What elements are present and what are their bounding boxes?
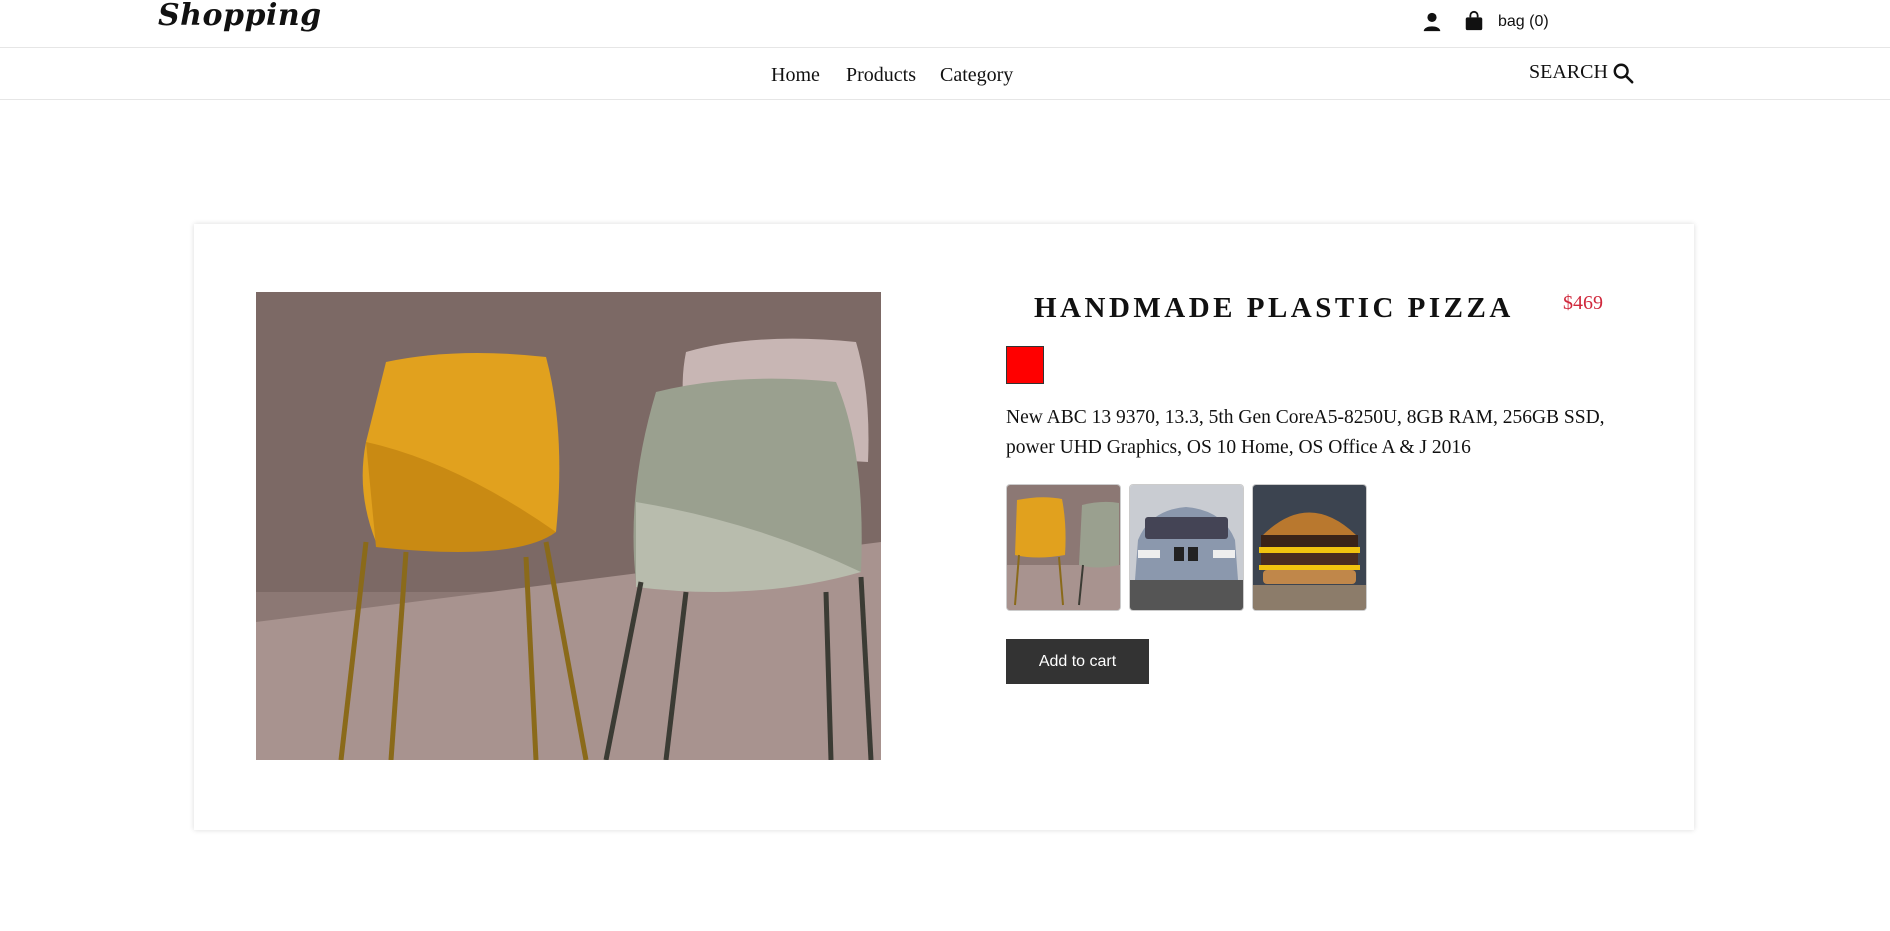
bag-count[interactable]: bag (0) <box>1498 13 1549 31</box>
nav-products[interactable]: Products <box>846 64 916 87</box>
thumbnail-car[interactable] <box>1129 484 1244 611</box>
search-button[interactable]: SEARCH <box>1529 61 1634 84</box>
product-main-image <box>256 292 881 760</box>
product-description: New ABC 13 9370, 13.3, 5th Gen CoreA5-82… <box>1006 407 1605 458</box>
thumbnail-chairs[interactable] <box>1006 484 1121 611</box>
product-title: HANDMADE PLASTIC PIZZA <box>1034 292 1514 324</box>
nav-bar: Home Products Category SEARCH <box>0 48 1890 100</box>
search-label: SEARCH <box>1529 61 1608 83</box>
product-price: $469 <box>1563 292 1603 314</box>
logo[interactable]: Shopping <box>158 0 322 33</box>
nav-category[interactable]: Category <box>940 64 1013 87</box>
thumbnail-burger[interactable] <box>1252 484 1367 611</box>
user-icon[interactable] <box>1421 11 1443 33</box>
thumbnail-gallery <box>1006 484 1367 611</box>
product-card: HANDMADE PLASTIC PIZZA $469 New ABC 13 9… <box>194 224 1694 830</box>
shopping-bag-icon[interactable] <box>1463 10 1485 32</box>
nav-home[interactable]: Home <box>771 64 820 87</box>
search-icon <box>1613 63 1634 83</box>
top-bar: Shopping bag (0) <box>0 0 1890 48</box>
add-to-cart-button[interactable]: Add to cart <box>1006 639 1149 684</box>
color-swatch[interactable] <box>1006 346 1044 384</box>
